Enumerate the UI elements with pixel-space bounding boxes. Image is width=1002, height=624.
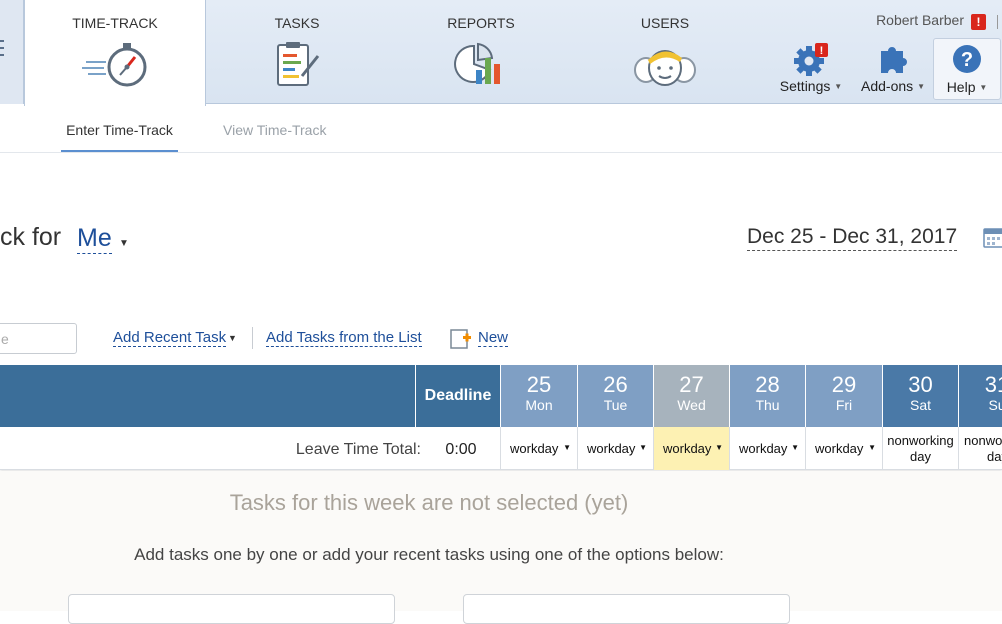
svg-text:!: ! (820, 45, 824, 57)
day-of-week: Fri (835, 397, 853, 413)
day-status-value: day (987, 449, 1002, 464)
day-header-sun: 31 Su (958, 365, 1002, 427)
tab-tasks[interactable]: TASKS (222, 0, 372, 104)
day-number: 25 (526, 372, 552, 397)
day-of-week: Su (988, 397, 1002, 413)
report-chart-icon (454, 40, 508, 93)
tab-users-label: USERS (640, 15, 690, 31)
dropdown-arrow-icon: ▼ (639, 443, 647, 452)
addons-label: Add-ons ▼ (861, 78, 925, 94)
tab-tasks-label: TASKS (274, 15, 320, 31)
hamburger-icon (0, 40, 4, 61)
svg-text:?: ? (961, 49, 973, 71)
day-header-wed: 27 Wed (653, 365, 729, 427)
tab-reports[interactable]: REPORTS (406, 0, 556, 104)
user-area: Robert Barber ! (802, 12, 1002, 34)
new-task-icon[interactable] (450, 328, 472, 355)
day-of-week: Thu (755, 397, 780, 413)
add-option-card[interactable] (68, 594, 395, 624)
day-status-value: day (910, 449, 931, 464)
day-status-value: nonworking (887, 433, 954, 448)
new-task-link[interactable]: New (478, 329, 509, 347)
day-status-nonworking[interactable]: nonwor day (958, 427, 1002, 470)
day-of-week: Tue (603, 397, 628, 413)
sub-navigation: Enter Time-Track View Time-Track (0, 104, 1002, 153)
day-status-value: workday (739, 441, 788, 456)
dropdown-arrow-icon: ▼ (791, 443, 799, 452)
day-number: 31 (984, 372, 1002, 397)
date-range-selector[interactable]: Dec 25 - Dec 31, 2017 (747, 224, 958, 251)
puzzle-icon (876, 42, 910, 77)
stopwatch-icon (80, 40, 150, 93)
tab-reports-label: REPORTS (447, 15, 515, 31)
day-status-dropdown[interactable]: workday ▼ (729, 427, 805, 470)
subtab-view-time-track[interactable]: View Time-Track (223, 122, 326, 150)
user-separator (997, 15, 998, 29)
day-status-nonworking[interactable]: nonworking day (882, 427, 958, 470)
day-of-week: Sat (909, 397, 931, 413)
toolbar-separator (252, 327, 253, 349)
dropdown-arrow-icon: ▼ (563, 443, 571, 452)
day-status-value: workday (815, 441, 864, 456)
day-number: 27 (679, 372, 704, 397)
day-number: 26 (603, 372, 628, 397)
tab-time-track-label: TIME-TRACK (72, 15, 158, 31)
empty-state-subtitle: Add tasks one by one or add your recent … (134, 545, 724, 564)
dropdown-arrow-icon: ▼ (715, 443, 723, 452)
calendar-icon[interactable] (983, 226, 1002, 253)
day-status-dropdown[interactable]: workday ▼ (500, 427, 577, 470)
dropdown-arrow-icon: ▼ (868, 443, 876, 452)
add-recent-task-link[interactable]: Add Recent Task (113, 329, 227, 347)
day-number: 28 (755, 372, 780, 397)
top-navigation-bar: TIME-TRACK TASKS REPORTS USERS Robert Ba… (0, 0, 1002, 106)
day-status-dropdown[interactable]: workday ▼ (805, 427, 882, 470)
day-status-value: workday (510, 441, 559, 456)
day-header-thu: 28 Thu (729, 365, 805, 427)
day-number: 29 (831, 372, 857, 397)
leave-time-total: 0:00 (445, 441, 477, 458)
clipboard-icon (272, 40, 322, 93)
day-header-fri: 29 Fri (805, 365, 882, 427)
empty-state-title: Tasks for this week are not selected (ye… (229, 490, 629, 515)
day-status-value: workday (663, 441, 712, 456)
user-selector[interactable]: Me (77, 223, 112, 254)
day-of-week: Wed (677, 397, 706, 413)
help-label: Help ▼ (946, 79, 988, 95)
add-recent-caret-icon[interactable]: ▼ (228, 333, 237, 343)
users-icon (632, 40, 698, 93)
add-tasks-from-list-link[interactable]: Add Tasks from the List (266, 329, 422, 347)
day-header-mon: 25 Mon (500, 365, 577, 427)
day-of-week: Mon (525, 397, 553, 413)
menu-toggle[interactable] (0, 0, 24, 104)
deadline-column-header: Deadline (415, 365, 500, 427)
leave-time-label: Leave Time Total: (295, 441, 421, 458)
page-title: ck for (0, 223, 62, 251)
day-header-tue: 26 Tue (577, 365, 653, 427)
question-mark-icon: ? (951, 43, 983, 78)
tab-time-track[interactable]: TIME-TRACK (24, 0, 206, 106)
day-status-value: workday (587, 441, 636, 456)
settings-label: Settings ▼ (779, 78, 843, 94)
tab-users[interactable]: USERS (590, 0, 740, 104)
settings-button[interactable]: ! Settings ▼ (778, 38, 844, 100)
add-option-card[interactable] (463, 594, 790, 624)
day-header-sat: 30 Sat (882, 365, 958, 427)
user-selector-caret-icon[interactable]: ▼ (119, 238, 129, 249)
help-button[interactable]: ? Help ▼ (933, 38, 1001, 100)
user-name[interactable]: Robert Barber (876, 12, 964, 28)
addons-button[interactable]: Add-ons ▼ (858, 38, 928, 100)
day-status-dropdown[interactable]: workday ▼ (577, 427, 653, 470)
day-number: 30 (908, 372, 933, 397)
day-status-dropdown[interactable]: workday ▼ (653, 427, 729, 470)
task-search-input[interactable]: e (0, 323, 77, 354)
alert-icon[interactable]: ! (971, 14, 986, 30)
day-status-value: nonwor (964, 433, 1002, 448)
gear-icon: ! (793, 42, 829, 79)
subtab-enter-time-track[interactable]: Enter Time-Track (61, 122, 178, 152)
